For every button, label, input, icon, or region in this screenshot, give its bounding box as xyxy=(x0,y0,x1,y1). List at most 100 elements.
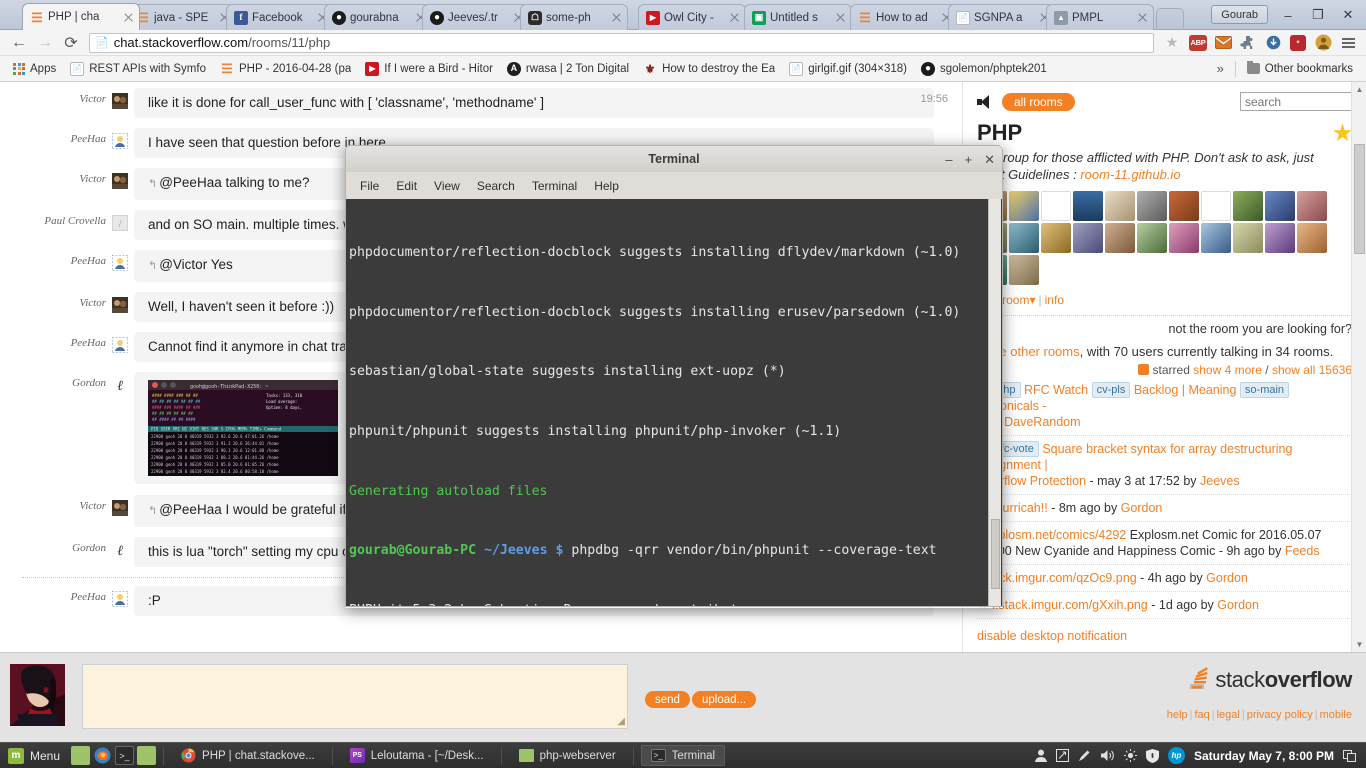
resize-handle[interactable]: ◢ xyxy=(617,716,625,727)
avatar[interactable] xyxy=(111,590,129,608)
feed-link[interactable]: ack.imgur.com/qzOc9.png xyxy=(992,571,1137,585)
menu-terminal[interactable]: Terminal xyxy=(532,179,577,193)
feed-author[interactable]: Feeds xyxy=(1285,544,1320,558)
bookmark-youtube-bird[interactable]: ▶ If I were a Bird - Hitor xyxy=(359,60,499,78)
message-username[interactable]: PeeHaa xyxy=(71,255,106,267)
bookmark-rwasa[interactable]: A rwasa | 2 Ton Digital xyxy=(501,60,635,78)
avatar[interactable] xyxy=(1041,191,1071,221)
feed-link[interactable]: Backlog | Meaning xyxy=(1134,383,1237,397)
sound-icon[interactable] xyxy=(977,94,993,109)
maximize-button[interactable]: + xyxy=(965,152,973,167)
feed-link[interactable]: xplosm.net/comics/4292 xyxy=(992,528,1126,542)
rss-icon[interactable] xyxy=(1137,364,1149,375)
avatar[interactable] xyxy=(1041,223,1071,253)
avatar[interactable] xyxy=(112,297,128,313)
footer-link-legal[interactable]: legal xyxy=(1217,709,1240,721)
footer-link-help[interactable]: help xyxy=(1167,709,1188,721)
menu-help[interactable]: Help xyxy=(594,179,619,193)
pen-icon[interactable] xyxy=(1078,749,1091,762)
other-bookmarks-folder[interactable]: Other bookmarks xyxy=(1241,60,1359,77)
link-room[interactable]: room xyxy=(1002,293,1029,307)
avatar[interactable] xyxy=(1009,191,1039,221)
menu-file[interactable]: File xyxy=(360,179,379,193)
profile-avatar-icon[interactable] xyxy=(1311,31,1335,55)
mint-menu-button[interactable]: m Menu xyxy=(4,746,68,766)
avatar[interactable] xyxy=(10,664,65,726)
feed-link[interactable]: RFC Watch xyxy=(1024,383,1088,397)
scroll-up-icon[interactable]: ▲ xyxy=(1352,82,1366,97)
close-button[interactable]: ✕ xyxy=(1334,4,1362,26)
show-more-link[interactable]: show 4 more xyxy=(1193,363,1262,377)
chrome-menu-button[interactable] xyxy=(1336,31,1360,55)
footer-link-faq[interactable]: faq xyxy=(1194,709,1209,721)
message-username[interactable]: PeeHaa xyxy=(71,337,106,349)
avatar[interactable] xyxy=(1201,223,1231,253)
avatar[interactable] xyxy=(1169,223,1199,253)
taskbar-window-folder[interactable]: php-webserver xyxy=(509,745,626,766)
scrollbar-thumb[interactable] xyxy=(991,519,1000,589)
close-icon[interactable] xyxy=(610,11,623,24)
forward-button[interactable]: → xyxy=(32,31,58,55)
brightness-icon[interactable] xyxy=(1123,749,1137,762)
volume-icon[interactable] xyxy=(1100,749,1115,762)
avatar[interactable] xyxy=(1137,223,1167,253)
avatar[interactable] xyxy=(1169,191,1199,221)
extension-puzzle-icon[interactable] xyxy=(1236,31,1260,55)
browser-tab-10[interactable]: ▲ PMPL xyxy=(1046,4,1154,30)
message-username[interactable]: Victor xyxy=(79,297,106,309)
bookmark-php-transcript[interactable]: ☰ PHP - 2016-04-28 (pa xyxy=(214,60,357,78)
all-rooms-button[interactable]: all rooms xyxy=(1002,92,1075,111)
avatar[interactable] xyxy=(1201,191,1231,221)
taskbar-window-chrome[interactable]: PHP | chat.stackove... xyxy=(171,745,325,766)
avatar[interactable] xyxy=(1265,223,1295,253)
shield-icon[interactable] xyxy=(1145,748,1159,763)
bookmark-destroy-earth[interactable]: ⚜ How to destroy the Ea xyxy=(637,60,781,78)
sidebar-scrollbar[interactable]: ▲ ▼ xyxy=(1351,82,1366,652)
avatar[interactable] xyxy=(112,500,128,516)
browser-tab-0[interactable]: ☰ PHP | cha xyxy=(22,3,140,30)
user-icon[interactable] xyxy=(1034,749,1047,762)
chat-input[interactable]: ◢ xyxy=(82,664,628,729)
avatar[interactable] xyxy=(1297,191,1327,221)
files-icon[interactable] xyxy=(137,746,157,765)
feed-author[interactable]: Jeeves xyxy=(1200,474,1240,488)
browser-tab-5[interactable]: ☖ some-ph xyxy=(520,4,628,30)
avatar[interactable] xyxy=(1297,223,1327,253)
reply-arrow-icon[interactable]: ↰ xyxy=(148,505,157,517)
feed-author[interactable]: DaveRandom xyxy=(1004,415,1080,429)
feed-author[interactable]: Gordon xyxy=(1217,598,1259,612)
chat-guidelines-link[interactable]: room-11.github.io xyxy=(1080,167,1180,182)
avatar[interactable] xyxy=(1009,223,1039,253)
feed-author[interactable]: Gordon xyxy=(1206,571,1248,585)
avatar[interactable]: / xyxy=(111,214,129,232)
bookmark-girlgif[interactable]: 📄 girlgif.gif (304×318) xyxy=(783,60,913,78)
avatar[interactable]: ℓ xyxy=(112,542,128,559)
browser-tab-1[interactable]: ☰ java - SPE xyxy=(128,4,236,30)
bookmark-sgolemon[interactable]: ● sgolemon/phptek201 xyxy=(915,60,1053,78)
avatar[interactable] xyxy=(1233,223,1263,253)
terminal-scrollbar[interactable] xyxy=(988,199,1001,606)
scrollbar-thumb[interactable] xyxy=(1354,144,1365,254)
address-bar[interactable]: 📄 chat.stackoverflow.com/rooms/11/php xyxy=(89,32,1154,53)
avatar[interactable] xyxy=(112,173,128,189)
close-icon[interactable] xyxy=(834,11,847,24)
reload-button[interactable]: ⟳ xyxy=(58,31,84,55)
workspace-switcher-icon[interactable] xyxy=(1343,749,1356,762)
avatar[interactable] xyxy=(1073,223,1103,253)
avatar[interactable] xyxy=(111,132,129,150)
browser-tab-9[interactable]: 📄 SGNPA a xyxy=(948,4,1056,30)
avatar[interactable] xyxy=(111,336,129,354)
link-info[interactable]: info xyxy=(1045,293,1064,307)
avatar[interactable] xyxy=(112,93,128,109)
avatar[interactable] xyxy=(1105,223,1135,253)
mail-icon[interactable] xyxy=(1211,31,1235,55)
adblock-icon[interactable]: ABP xyxy=(1186,31,1210,55)
search-input[interactable] xyxy=(1240,92,1352,111)
footer-link-privacy[interactable]: privacy policy xyxy=(1247,709,1313,721)
message-username[interactable]: Gordon xyxy=(72,377,106,389)
reply-arrow-icon[interactable]: ↰ xyxy=(148,260,157,272)
close-icon[interactable] xyxy=(122,11,135,24)
avatar[interactable]: ℓ xyxy=(112,377,128,394)
close-icon[interactable] xyxy=(728,11,741,24)
browser-tab-2[interactable]: f Facebook xyxy=(226,4,334,30)
